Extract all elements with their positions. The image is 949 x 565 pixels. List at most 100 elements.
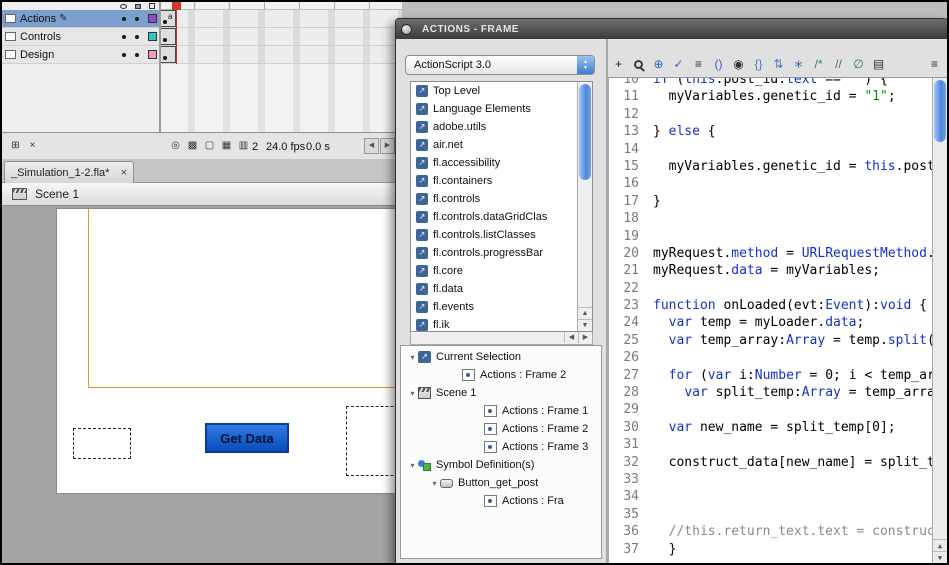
frames-grid-empty[interactable] <box>160 64 402 132</box>
package-item[interactable]: ↗fl.controls <box>411 190 577 208</box>
lock-column-icon[interactable] <box>135 4 141 9</box>
onion-skin-icon[interactable]: ▩ <box>185 138 200 154</box>
timeline-frame-row[interactable] <box>160 46 402 64</box>
timeline-scroll-right-icon[interactable]: ▶ <box>380 138 395 154</box>
scroll-down-icon[interactable]: ▼ <box>578 319 592 331</box>
navigator-item[interactable]: Actions : Frame 2 <box>401 420 601 438</box>
playhead-marker[interactable] <box>172 2 181 10</box>
navigator-item[interactable]: ▾Scene 1 <box>401 384 601 402</box>
navigator-item[interactable]: ▾↗Current Selection <box>401 348 601 366</box>
layer-row[interactable]: Controls <box>2 28 160 46</box>
package-item[interactable]: ↗fl.controls.listClasses <box>411 226 577 244</box>
expander-icon[interactable]: ▾ <box>407 389 418 398</box>
script-editor[interactable]: 1011121314151617181920212223242526272829… <box>608 77 947 563</box>
layer-visibility-dot[interactable] <box>122 17 126 21</box>
modify-markers-icon[interactable]: ▥ <box>236 138 251 154</box>
auto-format-icon[interactable]: ≡ <box>690 55 707 73</box>
actions-panel-titlebar[interactable]: ACTIONS - FRAME <box>396 19 947 39</box>
scroll-left-icon[interactable]: ◀ <box>564 332 578 343</box>
package-item[interactable]: ↗fl.core <box>411 262 577 280</box>
navigator-item[interactable]: ▾Symbol Definition(s) <box>401 456 601 474</box>
layer-lock-dot[interactable] <box>135 53 139 57</box>
debug-options-icon[interactable]: ◉ <box>730 55 747 73</box>
package-item[interactable]: ↗Top Level <box>411 82 577 100</box>
playhead[interactable] <box>176 10 177 64</box>
expander-icon[interactable]: ▾ <box>429 479 440 488</box>
package-item[interactable]: ↗fl.data <box>411 280 577 298</box>
actionscript-version-select[interactable]: ActionScript 3.0 ▲ ▼ <box>405 55 595 75</box>
layer-lock-dot[interactable] <box>135 17 139 21</box>
layer-color-chip[interactable] <box>148 50 157 59</box>
layers-frames-divider[interactable] <box>159 2 161 132</box>
layer-row[interactable]: Actions✎ <box>2 10 160 28</box>
package-item[interactable]: ↗air.net <box>411 136 577 154</box>
find-icon[interactable] <box>630 55 647 73</box>
package-item[interactable]: ↗fl.containers <box>411 172 577 190</box>
center-frame-icon[interactable]: ◎ <box>168 138 183 154</box>
scroll-up-icon[interactable]: ▲ <box>578 307 592 319</box>
collapse-between-braces-icon[interactable]: {} <box>750 55 767 73</box>
expander-icon[interactable]: ▾ <box>407 461 418 470</box>
package-item[interactable]: ↗fl.accessibility <box>411 154 577 172</box>
selection-outline-left[interactable] <box>73 428 131 459</box>
toolbox-horizontal-scrollbar[interactable]: ◀ ▶ <box>410 332 593 345</box>
navigator-item[interactable]: Actions : Frame 3 <box>401 438 601 456</box>
timeline-frame-row[interactable] <box>160 28 402 46</box>
layer-color-chip[interactable] <box>148 14 157 23</box>
edit-multiple-frames-icon[interactable]: ▦ <box>219 138 234 154</box>
timeline-scroll-left-icon[interactable]: ◀ <box>364 138 379 154</box>
frame-span[interactable] <box>160 28 176 45</box>
frame-span[interactable] <box>160 46 176 63</box>
delete-layer-icon[interactable]: × <box>25 138 40 154</box>
document-tab[interactable]: _Simulation_1-2.fla* × <box>4 161 134 183</box>
onion-skin-outlines-icon[interactable]: ▢ <box>202 138 217 154</box>
package-item[interactable]: ↗fl.controls.dataGridClas <box>411 208 577 226</box>
insert-target-path-icon[interactable]: ⊕ <box>650 55 667 73</box>
remove-comment-icon[interactable]: ∅ <box>850 55 867 73</box>
scrollbar-thumb[interactable] <box>934 80 946 142</box>
navigator-item[interactable]: ▾Button_get_post <box>401 474 601 492</box>
scroll-right-icon[interactable]: ▶ <box>578 332 592 343</box>
check-syntax-icon[interactable]: ✓ <box>670 55 687 73</box>
navigator-item[interactable]: Actions : Frame 1 <box>401 402 601 420</box>
scrollbar-thumb[interactable] <box>579 84 591 180</box>
frame-rate-indicator[interactable]: 24.0 fps <box>266 141 305 153</box>
select-stepper-icon[interactable]: ▲ ▼ <box>577 56 594 74</box>
layer-lock-dot[interactable] <box>135 35 139 39</box>
scroll-up-icon[interactable]: ▲ <box>933 539 947 551</box>
apply-block-comment-icon[interactable]: /* <box>810 55 827 73</box>
timeline-ruler[interactable] <box>160 2 402 10</box>
vertical-guide[interactable] <box>88 209 89 387</box>
package-item[interactable]: ↗adobe.utils <box>411 118 577 136</box>
add-script-icon[interactable]: + <box>610 55 627 73</box>
collapse-selection-icon[interactable]: ⇅ <box>770 55 787 73</box>
timeline-frame-row[interactable]: a <box>160 10 402 28</box>
navigator-item[interactable]: Actions : Fra <box>401 492 601 510</box>
package-item[interactable]: ↗fl.controls.progressBar <box>411 244 577 262</box>
editor-vertical-scrollbar[interactable]: ▲ ▼ <box>932 78 947 563</box>
insert-layer-icon[interactable]: ⊞ <box>8 138 23 154</box>
package-item[interactable]: ↗fl.events <box>411 298 577 316</box>
show-hide-column-icon[interactable] <box>120 4 127 9</box>
package-item[interactable]: ↗fl.ik <box>411 316 577 331</box>
layer-visibility-dot[interactable] <box>122 35 126 39</box>
navigator-item[interactable]: Actions : Frame 2 <box>401 366 601 384</box>
expander-icon[interactable]: ▾ <box>407 353 418 362</box>
close-icon[interactable]: × <box>121 167 127 179</box>
expand-all-icon[interactable]: ∗ <box>790 55 807 73</box>
get-data-button[interactable]: Get Data <box>205 423 289 453</box>
panel-close-button[interactable] <box>401 24 412 35</box>
layer-row[interactable]: Design <box>2 46 160 64</box>
frames-grid[interactable]: a <box>160 10 402 64</box>
show-toolbox-icon[interactable]: ▤ <box>870 55 887 73</box>
show-code-hint-icon[interactable]: () <box>710 55 727 73</box>
scroll-down-icon[interactable]: ▼ <box>933 551 947 563</box>
outline-column-icon[interactable] <box>149 3 155 9</box>
apply-line-comment-icon[interactable]: // <box>830 55 847 73</box>
layer-visibility-dot[interactable] <box>122 53 126 57</box>
toolbox-vertical-scrollbar[interactable]: ▲ ▼ <box>577 82 592 331</box>
panel-menu-icon[interactable]: ≡ <box>926 55 943 73</box>
layer-color-chip[interactable] <box>148 32 157 41</box>
package-item[interactable]: ↗Language Elements <box>411 100 577 118</box>
frame-span[interactable]: a <box>160 10 176 27</box>
